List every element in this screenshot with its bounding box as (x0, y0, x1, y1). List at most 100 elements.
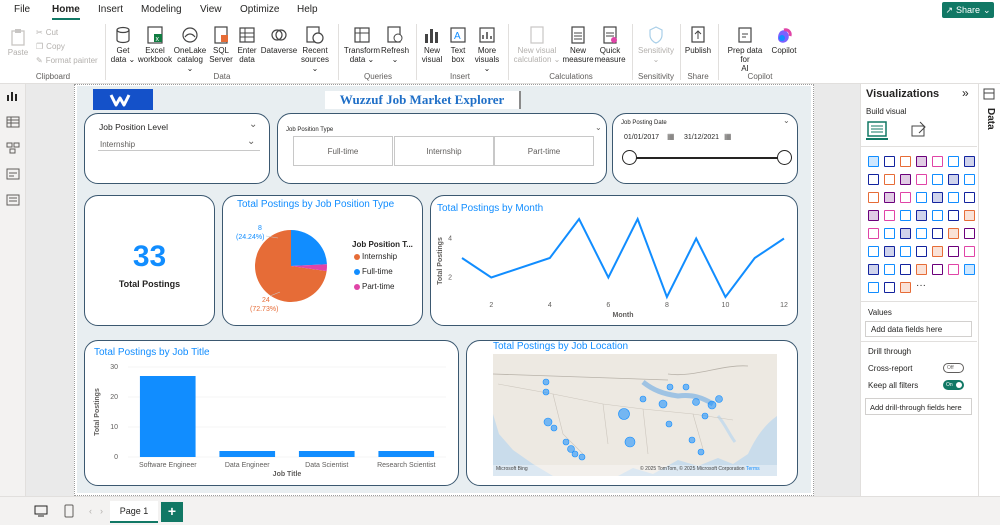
calendar-icon[interactable]: ▦ (667, 132, 675, 141)
visual-type-icon[interactable] (916, 156, 927, 167)
visual-type-icon[interactable] (868, 264, 879, 275)
mobile-layout-icon[interactable] (64, 504, 74, 518)
map-location-point[interactable] (562, 438, 570, 446)
report-view-icon[interactable] (6, 90, 20, 102)
map-location-point[interactable] (571, 450, 579, 458)
get-data-button[interactable]: Get data ⌄ (109, 26, 137, 64)
visual-type-icon[interactable] (868, 282, 879, 293)
map-terms-link[interactable]: Terms (746, 466, 760, 472)
chevron-left-icon[interactable]: ‹ (89, 506, 92, 516)
map-location-point[interactable] (665, 420, 673, 428)
format-visual-tab-icon[interactable] (910, 120, 928, 138)
bar-data-scientist[interactable] (298, 451, 355, 457)
visual-type-icon[interactable] (884, 174, 895, 185)
visual-type-icon[interactable] (964, 264, 975, 275)
tmdl-view-icon[interactable] (6, 194, 20, 206)
visual-type-icon[interactable] (900, 246, 911, 257)
paste-button[interactable]: Paste (6, 28, 30, 57)
visual-type-icon[interactable] (868, 246, 879, 257)
end-date-input[interactable]: 31/12/2021 (684, 134, 719, 141)
visual-type-icon[interactable] (884, 210, 895, 221)
page-tab-1[interactable]: Page 1 (110, 501, 158, 523)
bar-software-engineer[interactable] (139, 376, 196, 457)
menu-modeling[interactable]: Modeling (141, 4, 182, 15)
desktop-layout-icon[interactable] (34, 505, 48, 517)
map-location-point[interactable] (543, 417, 553, 427)
visual-type-icon[interactable] (868, 210, 879, 221)
map-location-point[interactable] (692, 398, 700, 406)
publish-button[interactable]: Publish (684, 26, 712, 55)
visual-type-icon[interactable] (948, 228, 959, 239)
map-location-point[interactable] (639, 395, 647, 403)
date-range-start-handle[interactable] (622, 150, 637, 165)
text-box-button[interactable]: A Text box (446, 26, 470, 64)
visual-type-icon[interactable] (948, 174, 959, 185)
data-pane-tab[interactable]: Data (982, 108, 996, 138)
quick-measure-button[interactable]: Quick measure (594, 26, 626, 64)
cut-button[interactable]: ✂ Cut (36, 28, 58, 37)
visual-type-icon[interactable] (948, 192, 959, 203)
collapse-pane-icon[interactable]: » (962, 86, 969, 100)
add-page-button[interactable]: + (161, 502, 183, 522)
start-date-input[interactable]: 01/01/2017 (624, 134, 659, 141)
sql-server-button[interactable]: SQL Server (209, 26, 233, 64)
visual-type-icon[interactable] (948, 246, 959, 257)
visual-type-icon[interactable] (932, 192, 943, 203)
map-location-point[interactable] (550, 424, 558, 432)
visual-type-icon[interactable] (900, 228, 911, 239)
visual-type-icon[interactable] (916, 264, 927, 275)
visual-type-icon[interactable] (884, 192, 895, 203)
enter-data-button[interactable]: Enter data (235, 26, 259, 64)
visual-type-icon[interactable] (868, 228, 879, 239)
pie-slice-full-time[interactable] (291, 230, 327, 266)
map-location-point[interactable] (697, 448, 705, 456)
table-view-icon[interactable] (6, 116, 20, 128)
bar-research-scientist[interactable] (378, 451, 435, 457)
visual-type-icon[interactable] (900, 210, 911, 221)
visual-type-icon[interactable] (916, 210, 927, 221)
map-location-point[interactable] (542, 378, 550, 386)
menu-insert[interactable]: Insert (98, 4, 123, 15)
visual-type-icon[interactable] (884, 282, 895, 293)
refresh-button[interactable]: Refresh ⌄ (381, 26, 409, 64)
new-visual-calculation-button[interactable]: New visual calculation ⌄ (512, 26, 562, 64)
visual-type-icon[interactable] (916, 192, 927, 203)
visual-type-icon[interactable] (932, 156, 943, 167)
excel-workbook-button[interactable]: x Excel workbook (136, 26, 174, 64)
prep-data-ai-button[interactable]: Prep data for AI (722, 26, 768, 73)
bar-data-engineer[interactable] (219, 451, 276, 457)
job-type-part-time-button[interactable]: Part-time (494, 136, 594, 166)
new-measure-button[interactable]: New measure (562, 26, 594, 64)
line-series-total-postings[interactable] (461, 216, 785, 300)
chevron-down-icon[interactable]: ⌄ (783, 116, 790, 125)
visual-type-icon[interactable] (964, 246, 975, 257)
data-pane-icon[interactable] (983, 88, 995, 100)
line-chart[interactable]: 2 4 2 4 6 8 10 12 Total Postings Month (432, 213, 794, 323)
visual-type-icon[interactable] (964, 210, 975, 221)
values-drop-field[interactable]: Add data fields here (865, 321, 972, 337)
chevron-right-icon[interactable]: › (100, 506, 103, 516)
data-pane-collapsed[interactable] (978, 84, 1000, 496)
visual-type-icon[interactable] (932, 264, 943, 275)
menu-help[interactable]: Help (297, 4, 318, 15)
build-visual-tab-icon[interactable] (866, 118, 888, 140)
visual-type-icon[interactable] (916, 228, 927, 239)
dax-query-view-icon[interactable] (6, 168, 20, 180)
visual-type-icon[interactable] (964, 156, 975, 167)
visual-type-icon[interactable] (900, 192, 911, 203)
menu-view[interactable]: View (200, 4, 222, 15)
sensitivity-button[interactable]: Sensitivity ⌄ (636, 26, 676, 64)
map-location-point[interactable] (624, 436, 636, 448)
onelake-catalog-button[interactable]: OneLake catalog ⌄ (173, 26, 207, 73)
visual-type-icon[interactable] (932, 228, 943, 239)
visual-type-icon[interactable] (884, 228, 895, 239)
chevron-down-icon[interactable]: ⌄ (249, 119, 257, 130)
job-type-full-time-button[interactable]: Full-time (293, 136, 393, 166)
chevron-down-icon[interactable]: ⌄ (247, 136, 255, 147)
format-painter-button[interactable]: ✎ Format painter (36, 56, 98, 65)
map-location-point[interactable] (666, 383, 674, 391)
keep-all-filters-toggle[interactable]: On (943, 380, 964, 390)
visual-type-icon[interactable] (868, 174, 879, 185)
visual-type-icon[interactable] (884, 156, 895, 167)
visual-type-icon[interactable] (932, 210, 943, 221)
